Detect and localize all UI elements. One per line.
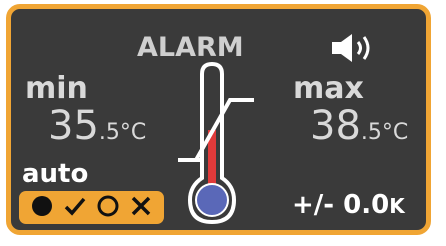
alarm-title: ALARM xyxy=(137,32,244,63)
min-value-dec: .5 xyxy=(98,120,120,145)
hollow-circle-icon[interactable] xyxy=(96,194,120,222)
checkmark-icon[interactable] xyxy=(63,194,87,222)
min-value-int: 35 xyxy=(48,103,99,149)
speaker-on-icon[interactable] xyxy=(330,32,376,64)
max-label: max xyxy=(293,71,364,106)
max-value-int: 38 xyxy=(310,103,361,149)
min-value[interactable]: 35.5°C xyxy=(48,106,146,146)
max-value-dec: .5 xyxy=(360,120,382,145)
tolerance-unit: K xyxy=(389,194,405,218)
min-unit: °C xyxy=(119,120,147,145)
max-unit: °C xyxy=(381,120,409,145)
max-value[interactable]: 38.5°C xyxy=(310,106,408,146)
cross-icon[interactable] xyxy=(129,194,153,222)
tolerance-value[interactable]: +/- 0.0K xyxy=(292,192,405,218)
thermometer-icon xyxy=(178,61,254,225)
min-label: min xyxy=(25,71,88,106)
auto-label: auto xyxy=(22,159,89,189)
tolerance-number: 0.0 xyxy=(343,190,390,220)
filled-circle-icon[interactable] xyxy=(30,194,54,222)
tolerance-prefix: +/- xyxy=(292,190,344,220)
auto-mode-selector[interactable] xyxy=(19,191,164,224)
